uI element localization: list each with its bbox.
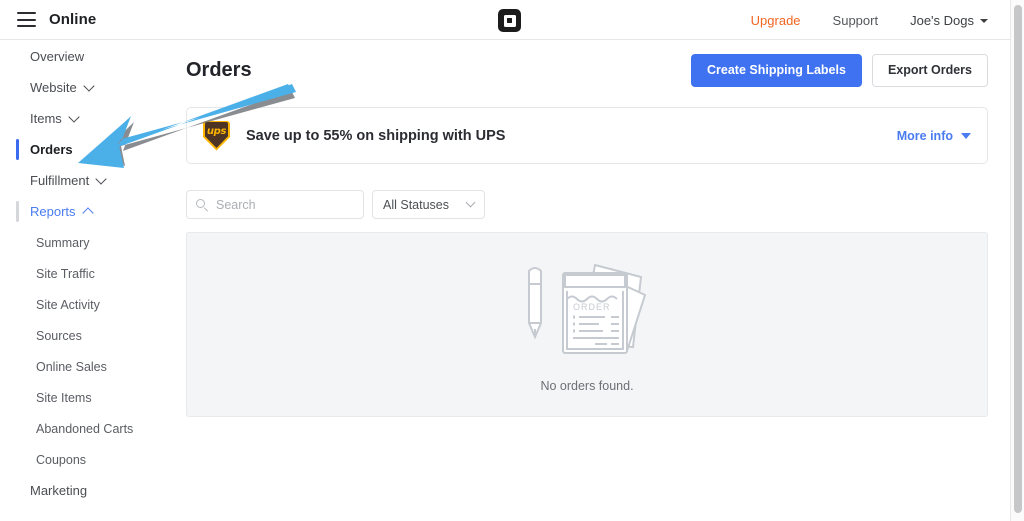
sidebar-item-fulfillment[interactable]: Fulfillment bbox=[0, 165, 170, 196]
ups-shield-icon: ups bbox=[203, 120, 230, 151]
active-indicator bbox=[16, 77, 19, 98]
status-filter-dropdown[interactable]: All Statuses bbox=[372, 190, 485, 219]
ups-promo-banner[interactable]: ups Save up to 55% on shipping with UPS … bbox=[186, 107, 988, 164]
banner-message: Save up to 55% on shipping with UPS bbox=[246, 127, 506, 144]
sidebar-item-label: Overview bbox=[30, 49, 85, 64]
search-icon bbox=[196, 198, 209, 212]
scrollbar-thumb[interactable] bbox=[1014, 5, 1022, 513]
ups-logo-text: ups bbox=[206, 126, 227, 137]
sidebar-item-label: Sources bbox=[36, 328, 82, 343]
page-scrollbar[interactable] bbox=[1010, 0, 1024, 521]
more-info-link[interactable]: More info bbox=[897, 129, 971, 143]
sidebar-item-label: Marketing bbox=[30, 483, 88, 498]
support-link[interactable]: Support bbox=[817, 13, 895, 28]
account-name: Joe's Dogs bbox=[910, 12, 974, 28]
sidebar-item-label: Fulfillment bbox=[30, 173, 90, 188]
more-info-label: More info bbox=[896, 128, 953, 143]
page-title: Orders bbox=[186, 59, 252, 81]
sidebar-item-label: Site Traffic bbox=[36, 266, 95, 281]
sidebar-item-online-sales[interactable]: Online Sales bbox=[0, 351, 170, 382]
active-indicator bbox=[16, 170, 19, 191]
chevron-down-icon bbox=[83, 79, 95, 92]
brand-name: Online bbox=[49, 11, 97, 28]
active-indicator bbox=[16, 46, 19, 67]
active-indicator bbox=[16, 139, 19, 160]
sidebar-item-abandoned-carts[interactable]: Abandoned Carts bbox=[0, 413, 170, 444]
sidebar-item-label: Summary bbox=[36, 235, 90, 250]
sidebar-item-label: Orders bbox=[30, 142, 73, 157]
square-logo-icon bbox=[498, 9, 521, 32]
active-indicator bbox=[16, 108, 19, 129]
search-input[interactable]: Search bbox=[186, 190, 364, 219]
sidebar-item-reports[interactable]: Reports bbox=[0, 196, 170, 227]
sidebar-item-orders[interactable]: Orders bbox=[0, 134, 170, 165]
chevron-down-icon bbox=[465, 197, 476, 208]
page-actions: Create Shipping Labels Export Orders bbox=[691, 54, 988, 87]
upgrade-link[interactable]: Upgrade bbox=[735, 13, 817, 28]
top-bar: Online Upgrade Support Joe's Dogs bbox=[0, 0, 1010, 40]
chevron-up-icon bbox=[81, 206, 94, 219]
chevron-down-icon bbox=[980, 19, 988, 23]
sidebar-item-website[interactable]: Website bbox=[0, 72, 170, 103]
sidebar-item-label: Online Sales bbox=[36, 359, 107, 374]
active-indicator bbox=[16, 480, 19, 501]
app-window: Online Upgrade Support Joe's Dogs Overvi… bbox=[0, 0, 1024, 521]
triangle-down-icon bbox=[961, 132, 971, 139]
sidebar-item-label: Website bbox=[30, 80, 77, 95]
sidebar-item-summary[interactable]: Summary bbox=[0, 227, 170, 258]
sidebar-item-label: Items bbox=[30, 111, 62, 126]
sidebar-item-items[interactable]: Items bbox=[0, 103, 170, 134]
empty-state-message: No orders found. bbox=[540, 378, 634, 393]
sidebar-item-site-activity[interactable]: Site Activity bbox=[0, 289, 170, 320]
chevron-down-icon bbox=[68, 110, 80, 123]
hamburger-menu-icon[interactable] bbox=[17, 12, 36, 27]
sidebar: Overview Website Items Orders Fulfillmen… bbox=[0, 41, 170, 521]
section-indicator bbox=[16, 201, 19, 222]
sidebar-item-site-items[interactable]: Site Items bbox=[0, 382, 170, 413]
create-shipping-labels-button[interactable]: Create Shipping Labels bbox=[691, 54, 862, 87]
orders-receipts-illustration: ORDER bbox=[507, 251, 667, 369]
sidebar-item-label: Site Items bbox=[36, 390, 92, 405]
sidebar-item-label: Abandoned Carts bbox=[36, 421, 134, 436]
status-filter-value: All Statuses bbox=[383, 197, 450, 212]
sidebar-item-label: Coupons bbox=[36, 452, 87, 467]
sidebar-item-site-traffic[interactable]: Site Traffic bbox=[0, 258, 170, 289]
sidebar-item-label: Site Activity bbox=[36, 297, 100, 312]
receipt-order-label: ORDER bbox=[573, 302, 611, 312]
sidebar-item-coupons[interactable]: Coupons bbox=[0, 444, 170, 475]
sidebar-item-marketing[interactable]: Marketing bbox=[0, 475, 170, 506]
orders-empty-panel: ORDER No orders found. bbox=[186, 232, 988, 417]
sidebar-item-overview[interactable]: Overview bbox=[0, 41, 170, 72]
chevron-down-icon bbox=[95, 172, 107, 185]
sidebar-item-sources[interactable]: Sources bbox=[0, 320, 170, 351]
search-placeholder: Search bbox=[216, 197, 256, 212]
sidebar-item-label: Reports bbox=[30, 204, 76, 219]
top-links: Upgrade Support Joe's Dogs bbox=[735, 0, 988, 40]
main-content: Orders Create Shipping Labels Export Ord… bbox=[170, 41, 1010, 521]
account-menu[interactable]: Joe's Dogs bbox=[894, 13, 988, 28]
export-orders-button[interactable]: Export Orders bbox=[871, 54, 988, 87]
